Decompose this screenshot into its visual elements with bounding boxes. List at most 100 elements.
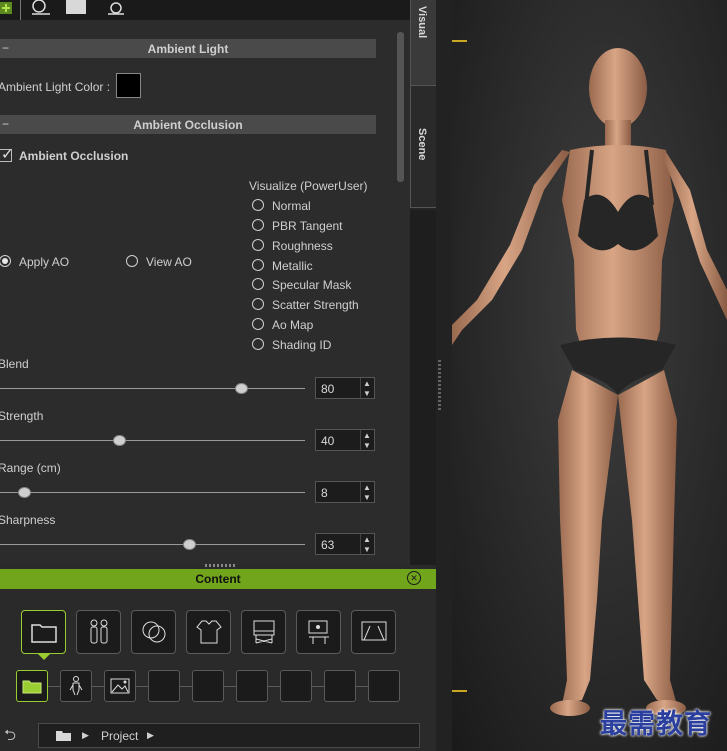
content-panel: Content ✕ ⮌ ▶ Project ▶ (0, 564, 436, 751)
empty-slot[interactable] (148, 670, 180, 702)
breadcrumb-arrow-icon[interactable]: ▶ (82, 730, 89, 741)
spin-arrows[interactable]: ▲ ▼ (360, 534, 374, 554)
spin-arrows[interactable]: ▲ ▼ (360, 482, 374, 502)
category-materials-button[interactable] (131, 610, 176, 654)
empty-slot[interactable] (192, 670, 224, 702)
strength-label: Strength (0, 409, 44, 423)
ambient-light-color-swatch[interactable] (116, 73, 141, 98)
empty-slot[interactable] (236, 670, 268, 702)
subfolder-button[interactable] (16, 670, 48, 702)
visualize-radio-metallic[interactable] (252, 259, 264, 271)
connector (48, 686, 60, 687)
visualize-radio-pbr-tangent[interactable] (252, 219, 264, 231)
blend-slider[interactable] (0, 388, 305, 389)
spin-up-icon[interactable]: ▲ (363, 535, 371, 544)
empty-slot[interactable] (280, 670, 312, 702)
ambient-occlusion-title: Ambient Occlusion (133, 118, 243, 132)
empty-slot[interactable] (324, 670, 356, 702)
category-clothing-button[interactable] (186, 610, 231, 654)
3d-viewport[interactable]: 最需教育 (452, 0, 727, 751)
range-slider-thumb[interactable] (18, 487, 31, 498)
folder-icon (31, 624, 57, 643)
clothing-icon (196, 620, 222, 644)
blend-value[interactable]: 80 (321, 382, 334, 396)
visualize-radio-specular-mask[interactable] (252, 278, 264, 290)
visualize-option-label: Scatter Strength (272, 298, 359, 312)
visualize-option-label: Metallic (272, 259, 313, 273)
spin-arrows[interactable]: ▲ ▼ (360, 378, 374, 398)
empty-slot[interactable] (368, 670, 400, 702)
spin-down-icon[interactable]: ▼ (363, 389, 371, 398)
category-scene-button[interactable] (296, 610, 341, 654)
range-value[interactable]: 8 (321, 486, 328, 500)
panel-scrollbar[interactable] (394, 20, 408, 565)
spin-up-icon[interactable]: ▲ (363, 379, 371, 388)
image-template-button[interactable] (104, 670, 136, 702)
breadcrumb-arrow-icon[interactable]: ▶ (147, 730, 154, 741)
tab-scene-label: Scene (416, 128, 428, 161)
category-props-button[interactable] (241, 610, 286, 654)
light-icon[interactable] (30, 0, 52, 16)
scrollbar-thumb[interactable] (397, 32, 404, 182)
strength-slider[interactable] (0, 440, 305, 441)
backdrop-icon[interactable] (66, 0, 88, 16)
character-template-button[interactable] (60, 670, 92, 702)
spin-up-icon[interactable]: ▲ (363, 483, 371, 492)
connector (356, 686, 368, 687)
category-folder-button[interactable] (21, 610, 66, 654)
visualize-radio-scatter-strength[interactable] (252, 298, 264, 310)
blend-spinbox[interactable]: 80 ▲ ▼ (315, 377, 375, 399)
apply-ao-radio[interactable] (0, 255, 11, 267)
character-model[interactable] (452, 0, 727, 751)
visualize-radio-roughness[interactable] (252, 239, 264, 251)
range-slider[interactable] (0, 492, 305, 493)
viewport-splitter[interactable] (436, 0, 452, 751)
connector (136, 686, 148, 687)
sharpness-slider[interactable] (0, 544, 305, 545)
breadcrumb-project[interactable]: Project (101, 729, 138, 743)
strength-slider-thumb[interactable] (113, 435, 126, 446)
visualize-option-label: Roughness (272, 239, 333, 253)
connector (312, 686, 324, 687)
visualize-title: Visualize (PowerUser) (249, 179, 368, 193)
toolbar-separator (20, 0, 21, 20)
category-stage-button[interactable] (351, 610, 396, 654)
tab-scene[interactable]: Scene (410, 86, 436, 208)
category-characters-button[interactable] (76, 610, 121, 654)
connector (92, 686, 104, 687)
connector (224, 686, 236, 687)
spin-down-icon[interactable]: ▼ (363, 441, 371, 450)
panel-resize-grip[interactable] (205, 564, 235, 567)
checkmark-icon: ✓ (1, 146, 14, 163)
strength-value[interactable]: 40 (321, 434, 334, 448)
close-icon[interactable]: ✕ (407, 571, 421, 585)
spin-down-icon[interactable]: ▼ (363, 493, 371, 502)
sharpness-slider-thumb[interactable] (183, 539, 196, 550)
tab-visual-label: Visual (416, 6, 428, 39)
sharpness-spinbox[interactable]: 63 ▲ ▼ (315, 533, 375, 555)
strength-spinbox[interactable]: 40 ▲ ▼ (315, 429, 375, 451)
green-settings-icon[interactable] (0, 0, 14, 16)
ambient-occlusion-checkbox[interactable]: ✓ (0, 146, 14, 163)
materials-icon (142, 621, 166, 643)
visualize-radio-shading-id[interactable] (252, 338, 264, 350)
range-label: Range (cm) (0, 461, 61, 475)
spotlight-icon[interactable] (106, 0, 128, 16)
visualize-radio-normal[interactable] (252, 199, 264, 211)
view-ao-radio[interactable] (126, 255, 138, 267)
back-icon[interactable]: ⮌ (4, 725, 16, 750)
ambient-occlusion-header[interactable]: − Ambient Occlusion (0, 115, 376, 134)
stage-icon (361, 621, 387, 641)
spin-arrows[interactable]: ▲ ▼ (360, 430, 374, 450)
tab-visual[interactable]: Visual (410, 0, 436, 86)
spin-down-icon[interactable]: ▼ (363, 545, 371, 554)
ambient-light-header[interactable]: − Ambient Light (0, 39, 376, 58)
splitter-grip[interactable] (438, 360, 441, 412)
blend-slider-thumb[interactable] (235, 383, 248, 394)
sharpness-value[interactable]: 63 (321, 538, 334, 552)
content-title: Content (195, 572, 241, 586)
spin-up-icon[interactable]: ▲ (363, 431, 371, 440)
content-path-bar[interactable]: ▶ Project ▶ (38, 723, 420, 748)
visualize-radio-ao-map[interactable] (252, 318, 264, 330)
range-spinbox[interactable]: 8 ▲ ▼ (315, 481, 375, 503)
